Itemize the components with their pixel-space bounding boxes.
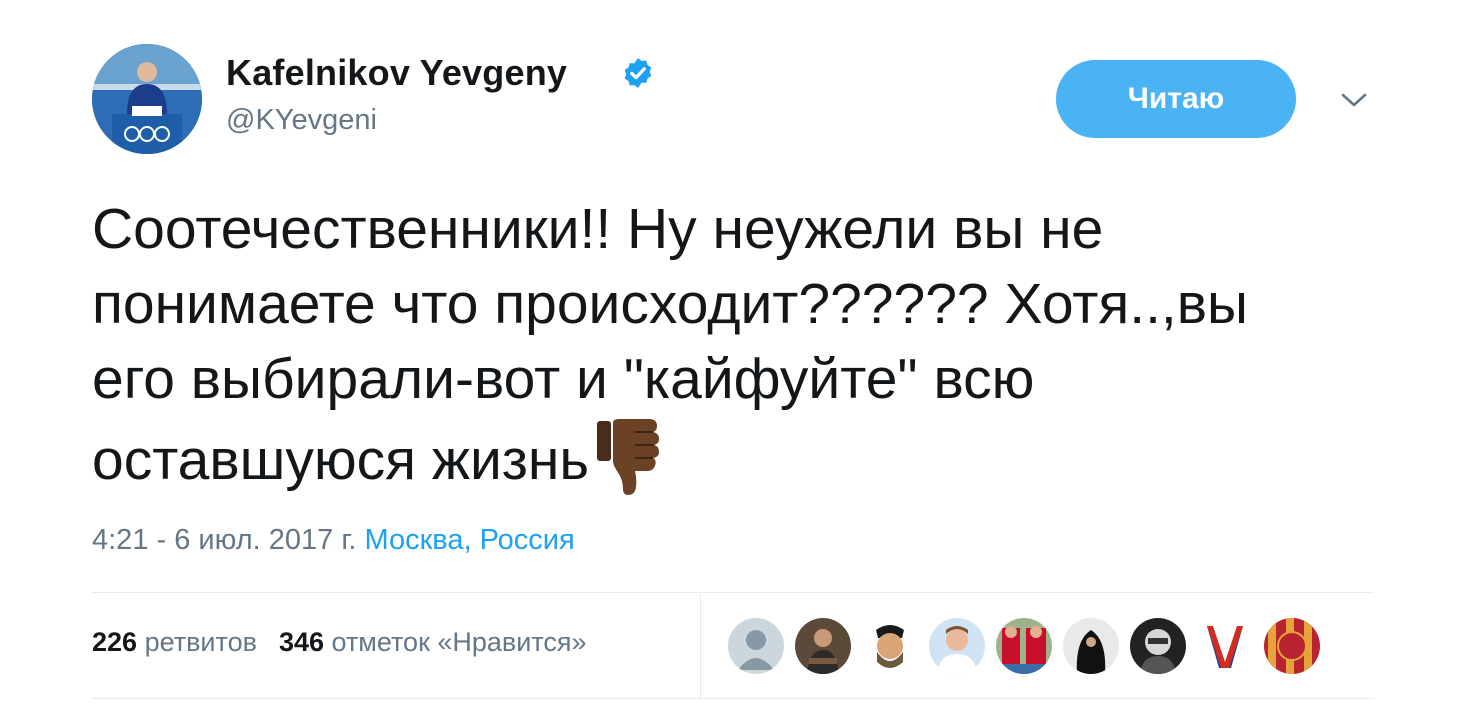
tweet-card: Kafelnikov Yevgeny @KYevgeni Читаю Сооте… (0, 0, 1460, 705)
retweets-count: 226 (92, 627, 138, 657)
liker-avatar[interactable] (1197, 618, 1253, 674)
liker-avatar[interactable] (795, 618, 851, 674)
tweet-text-line: Соотечественники!! Ну неужели вы не (92, 197, 1104, 261)
tweet-text-line-last: оставшуюся жизнь (92, 417, 1392, 495)
following-button[interactable]: Читаю (1056, 60, 1296, 138)
tweet-meta: 4:21 - 6 июл. 2017 г. Москва, Россия (92, 524, 575, 557)
tweet-text-line: оставшуюся жизнь (92, 428, 590, 492)
liker-avatar[interactable] (996, 618, 1052, 674)
tweet-text: Соотечественники!! Ну неужели вы не пони… (92, 192, 1392, 495)
liker-avatar[interactable] (862, 618, 918, 674)
retweets-label: ретвитов (144, 627, 257, 657)
verified-badge-icon (624, 58, 652, 88)
tweet-stats: 226 ретвитов 346 отметок «Нравится» (92, 627, 587, 658)
tweet-text-line: его выбирали-вот и "кайфуйте" всю (92, 347, 1035, 411)
likes-stat[interactable]: 346 отметок «Нравится» (279, 627, 587, 657)
liker-avatar[interactable] (1130, 618, 1186, 674)
author-avatar[interactable] (92, 44, 202, 154)
liker-avatar[interactable] (1063, 618, 1119, 674)
location-link[interactable]: Москва, Россия (364, 524, 574, 556)
author-handle[interactable]: @KYevgeni (226, 104, 377, 137)
liker-avatar[interactable] (929, 618, 985, 674)
liker-avatar[interactable] (1264, 618, 1320, 674)
likes-label: отметок «Нравится» (331, 627, 587, 657)
timestamp[interactable]: 4:21 - 6 июл. 2017 г. (92, 524, 356, 556)
divider (700, 594, 701, 698)
default-avatar-icon[interactable] (728, 618, 784, 674)
likers-avatars (728, 618, 1320, 674)
chevron-down-icon[interactable] (1338, 86, 1370, 114)
divider (92, 592, 1374, 593)
divider (92, 698, 1374, 699)
tweet-text-line: понимаете что происходит?????? Хотя..,вы (92, 272, 1249, 336)
author-name[interactable]: Kafelnikov Yevgeny (226, 52, 567, 94)
retweets-stat[interactable]: 226 ретвитов (92, 627, 257, 657)
likes-count: 346 (278, 627, 324, 657)
thumbs-down-icon (597, 419, 660, 495)
